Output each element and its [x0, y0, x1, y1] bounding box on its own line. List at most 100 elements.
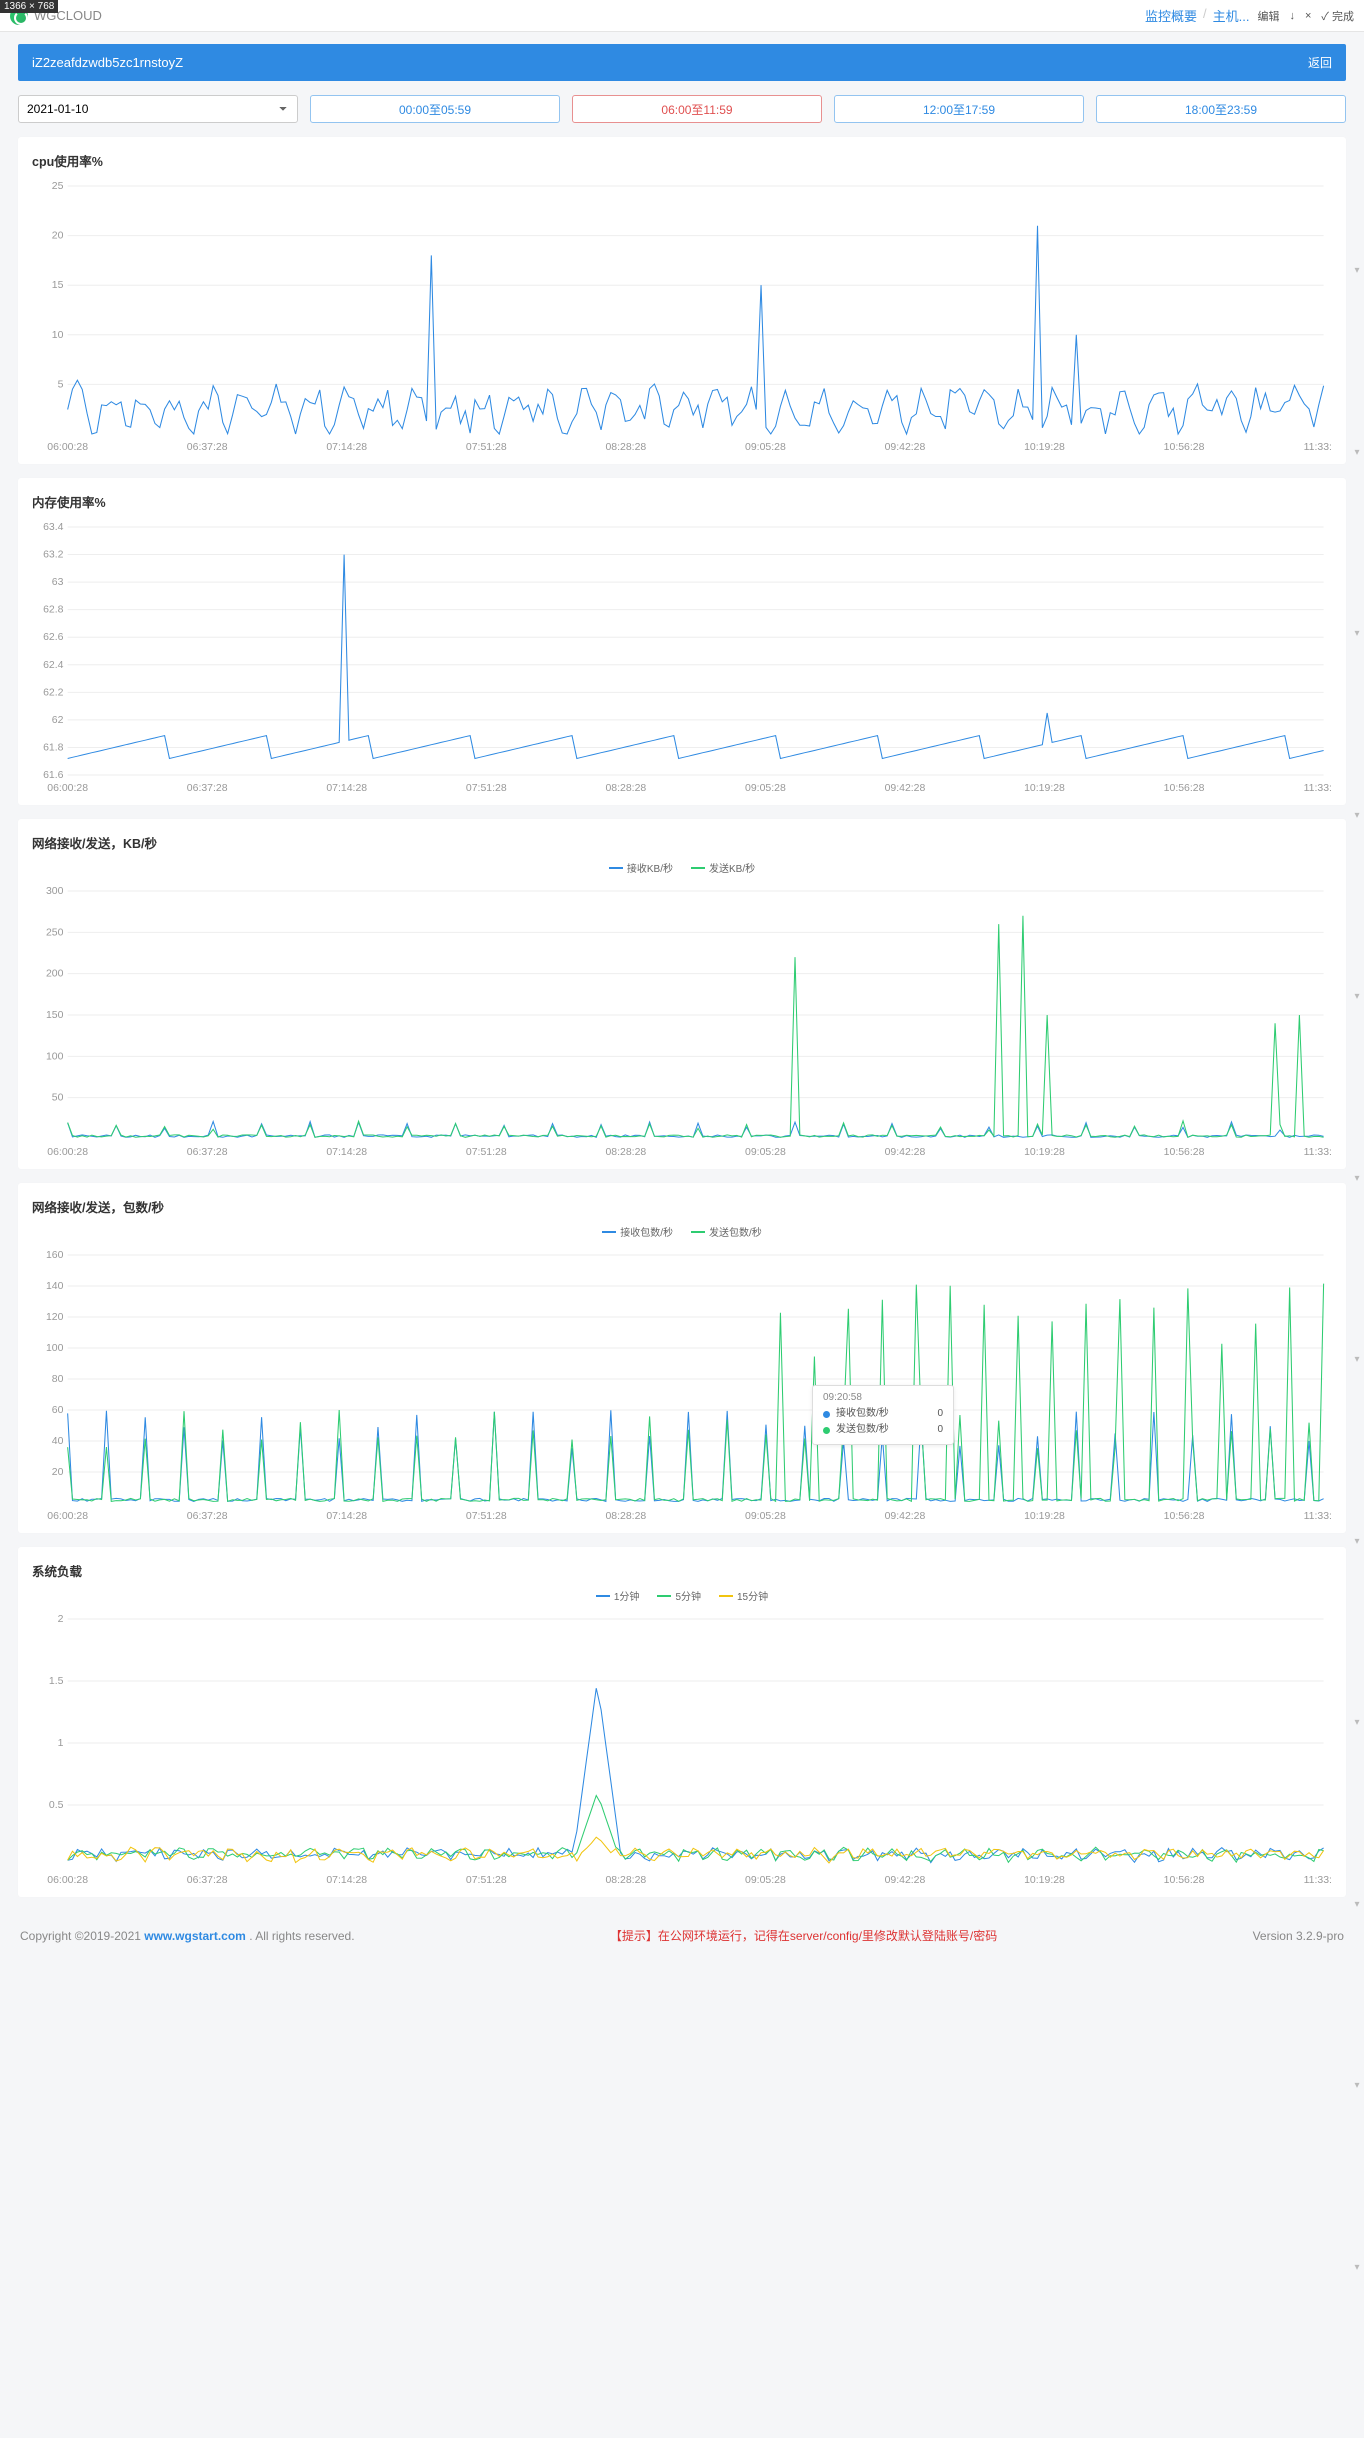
svg-text:40: 40	[52, 1436, 64, 1447]
time-range-button[interactable]: 06:00至11:59	[572, 95, 822, 123]
chart-plot[interactable]: 51015202506:00:2806:37:2807:14:2807:51:2…	[32, 176, 1332, 456]
svg-text:11:33:58: 11:33:58	[1304, 442, 1332, 453]
svg-text:140: 140	[46, 1281, 64, 1292]
svg-text:63.4: 63.4	[43, 522, 64, 533]
window-controls: 编辑 ↓ × ✓ 完成	[1257, 8, 1354, 24]
chart-card-mem: 内存使用率%61.661.86262.262.462.662.86363.263…	[18, 478, 1346, 805]
footer-link[interactable]: www.wgstart.com	[144, 1929, 246, 1943]
svg-text:10:19:28: 10:19:28	[1024, 1511, 1065, 1522]
legend-item: 发送KB/秒	[691, 860, 755, 875]
svg-text:20: 20	[52, 231, 64, 242]
svg-text:06:00:28: 06:00:28	[47, 1511, 88, 1522]
chart-plot[interactable]: 0.511.5206:00:2806:37:2807:14:2807:51:28…	[32, 1609, 1332, 1889]
svg-text:07:14:28: 07:14:28	[326, 783, 367, 794]
svg-text:06:00:28: 06:00:28	[47, 1147, 88, 1158]
legend-item: 1分钟	[596, 1588, 640, 1603]
chart-title: 网络接收/发送，包数/秒	[32, 1197, 1332, 1216]
svg-text:10:56:28: 10:56:28	[1164, 1147, 1205, 1158]
svg-text:1: 1	[58, 1738, 64, 1749]
svg-text:07:14:28: 07:14:28	[326, 1147, 367, 1158]
chart-legend: 接收KB/秒 发送KB/秒	[32, 858, 1332, 881]
svg-text:09:05:28: 09:05:28	[745, 1147, 786, 1158]
svg-text:61.6: 61.6	[43, 770, 64, 781]
svg-text:10:56:28: 10:56:28	[1164, 1875, 1205, 1886]
chart-plot[interactable]: 2040608010012014016006:00:2806:37:2807:1…	[32, 1245, 1332, 1525]
svg-text:08:28:28: 08:28:28	[605, 1511, 646, 1522]
svg-text:06:00:28: 06:00:28	[47, 783, 88, 794]
svg-text:80: 80	[52, 1374, 64, 1385]
svg-text:07:14:28: 07:14:28	[326, 1875, 367, 1886]
copyright-text: Copyright ©2019-2021	[20, 1929, 144, 1943]
edit-button[interactable]: 编辑	[1257, 8, 1279, 24]
svg-text:62.2: 62.2	[43, 688, 64, 699]
svg-text:50: 50	[52, 1093, 64, 1104]
done-button[interactable]: ✓ 完成	[1321, 8, 1354, 24]
svg-text:06:00:28: 06:00:28	[47, 442, 88, 453]
svg-text:09:42:28: 09:42:28	[885, 1147, 926, 1158]
svg-text:200: 200	[46, 969, 64, 980]
svg-text:1.5: 1.5	[49, 1676, 64, 1687]
svg-text:5: 5	[58, 380, 64, 391]
svg-text:08:28:28: 08:28:28	[605, 442, 646, 453]
svg-text:06:37:28: 06:37:28	[187, 783, 228, 794]
legend-item: 15分钟	[719, 1588, 768, 1603]
chart-card-cpu: cpu使用率%51015202506:00:2806:37:2807:14:28…	[18, 137, 1346, 464]
time-range-button[interactable]: 18:00至23:59	[1096, 95, 1346, 123]
chart-card-load: 系统负载1分钟5分钟15分钟0.511.5206:00:2806:37:2807…	[18, 1547, 1346, 1897]
svg-text:10:19:28: 10:19:28	[1024, 442, 1065, 453]
svg-text:07:51:28: 07:51:28	[466, 442, 507, 453]
svg-text:09:05:28: 09:05:28	[745, 1875, 786, 1886]
svg-text:62.4: 62.4	[43, 660, 64, 671]
svg-text:07:51:28: 07:51:28	[466, 1147, 507, 1158]
title-bar: iZ2zeafdzwdb5zc1rnstoyZ 返回	[18, 44, 1346, 81]
legend-item: 接收KB/秒	[609, 860, 673, 875]
topbar: WGCLOUD 监控概要 / 主机... 编辑 ↓ × ✓ 完成	[0, 0, 1364, 32]
close-icon[interactable]: ×	[1305, 10, 1311, 22]
svg-text:07:51:28: 07:51:28	[466, 783, 507, 794]
svg-text:11:33:58: 11:33:58	[1304, 1147, 1332, 1158]
svg-text:100: 100	[46, 1343, 64, 1354]
host-name: iZ2zeafdzwdb5zc1rnstoyZ	[32, 55, 183, 70]
dimension-badge: 1366 × 768	[0, 0, 58, 13]
svg-text:11:33:58: 11:33:58	[1304, 1875, 1332, 1886]
footer-tip: 【提示】在公网环境运行，记得在server/config/里修改默认登陆账号/密…	[610, 1927, 997, 1944]
time-range-button[interactable]: 00:00至05:59	[310, 95, 560, 123]
chart-plot[interactable]: 5010015020025030006:00:2806:37:2807:14:2…	[32, 881, 1332, 1161]
version-label: Version 3.2.9-pro	[1253, 1929, 1344, 1943]
back-button[interactable]: 返回	[1308, 54, 1332, 71]
controls-row: 2021-01-10 00:00至05:59 06:00至11:59 12:00…	[18, 95, 1346, 123]
svg-text:09:42:28: 09:42:28	[885, 1511, 926, 1522]
download-icon[interactable]: ↓	[1289, 10, 1295, 22]
svg-text:06:37:28: 06:37:28	[187, 442, 228, 453]
svg-text:09:42:28: 09:42:28	[885, 1875, 926, 1886]
svg-text:10:19:28: 10:19:28	[1024, 783, 1065, 794]
svg-text:20: 20	[52, 1467, 64, 1478]
breadcrumb: 监控概要 / 主机...	[1145, 6, 1249, 25]
svg-text:10: 10	[52, 330, 64, 341]
svg-text:10:56:28: 10:56:28	[1164, 442, 1205, 453]
chart-title: 网络接收/发送，KB/秒	[32, 833, 1332, 852]
svg-text:06:00:28: 06:00:28	[47, 1875, 88, 1886]
legend-item: 5分钟	[657, 1588, 701, 1603]
chart-plot[interactable]: 61.661.86262.262.462.662.86363.263.406:0…	[32, 517, 1332, 797]
svg-text:0.5: 0.5	[49, 1800, 64, 1811]
svg-text:08:28:28: 08:28:28	[605, 783, 646, 794]
svg-text:08:28:28: 08:28:28	[605, 1147, 646, 1158]
svg-text:100: 100	[46, 1052, 64, 1063]
chart-card-net_pkt: 网络接收/发送，包数/秒接收包数/秒发送包数/秒2040608010012014…	[18, 1183, 1346, 1533]
breadcrumb-link[interactable]: 主机...	[1213, 6, 1250, 25]
date-select[interactable]: 2021-01-10	[18, 95, 298, 123]
chart-title: cpu使用率%	[32, 151, 1332, 170]
breadcrumb-link[interactable]: 监控概要	[1145, 6, 1197, 25]
chart-title: 内存使用率%	[32, 492, 1332, 511]
svg-text:120: 120	[46, 1312, 64, 1323]
svg-text:10:56:28: 10:56:28	[1164, 1511, 1205, 1522]
svg-text:62: 62	[52, 715, 64, 726]
svg-text:62.8: 62.8	[43, 605, 64, 616]
svg-text:06:37:28: 06:37:28	[187, 1511, 228, 1522]
chart-legend: 1分钟 5分钟 15分钟	[32, 1586, 1332, 1609]
svg-text:15: 15	[52, 280, 64, 291]
svg-text:300: 300	[46, 886, 64, 897]
time-range-button[interactable]: 12:00至17:59	[834, 95, 1084, 123]
svg-text:25: 25	[52, 181, 64, 192]
